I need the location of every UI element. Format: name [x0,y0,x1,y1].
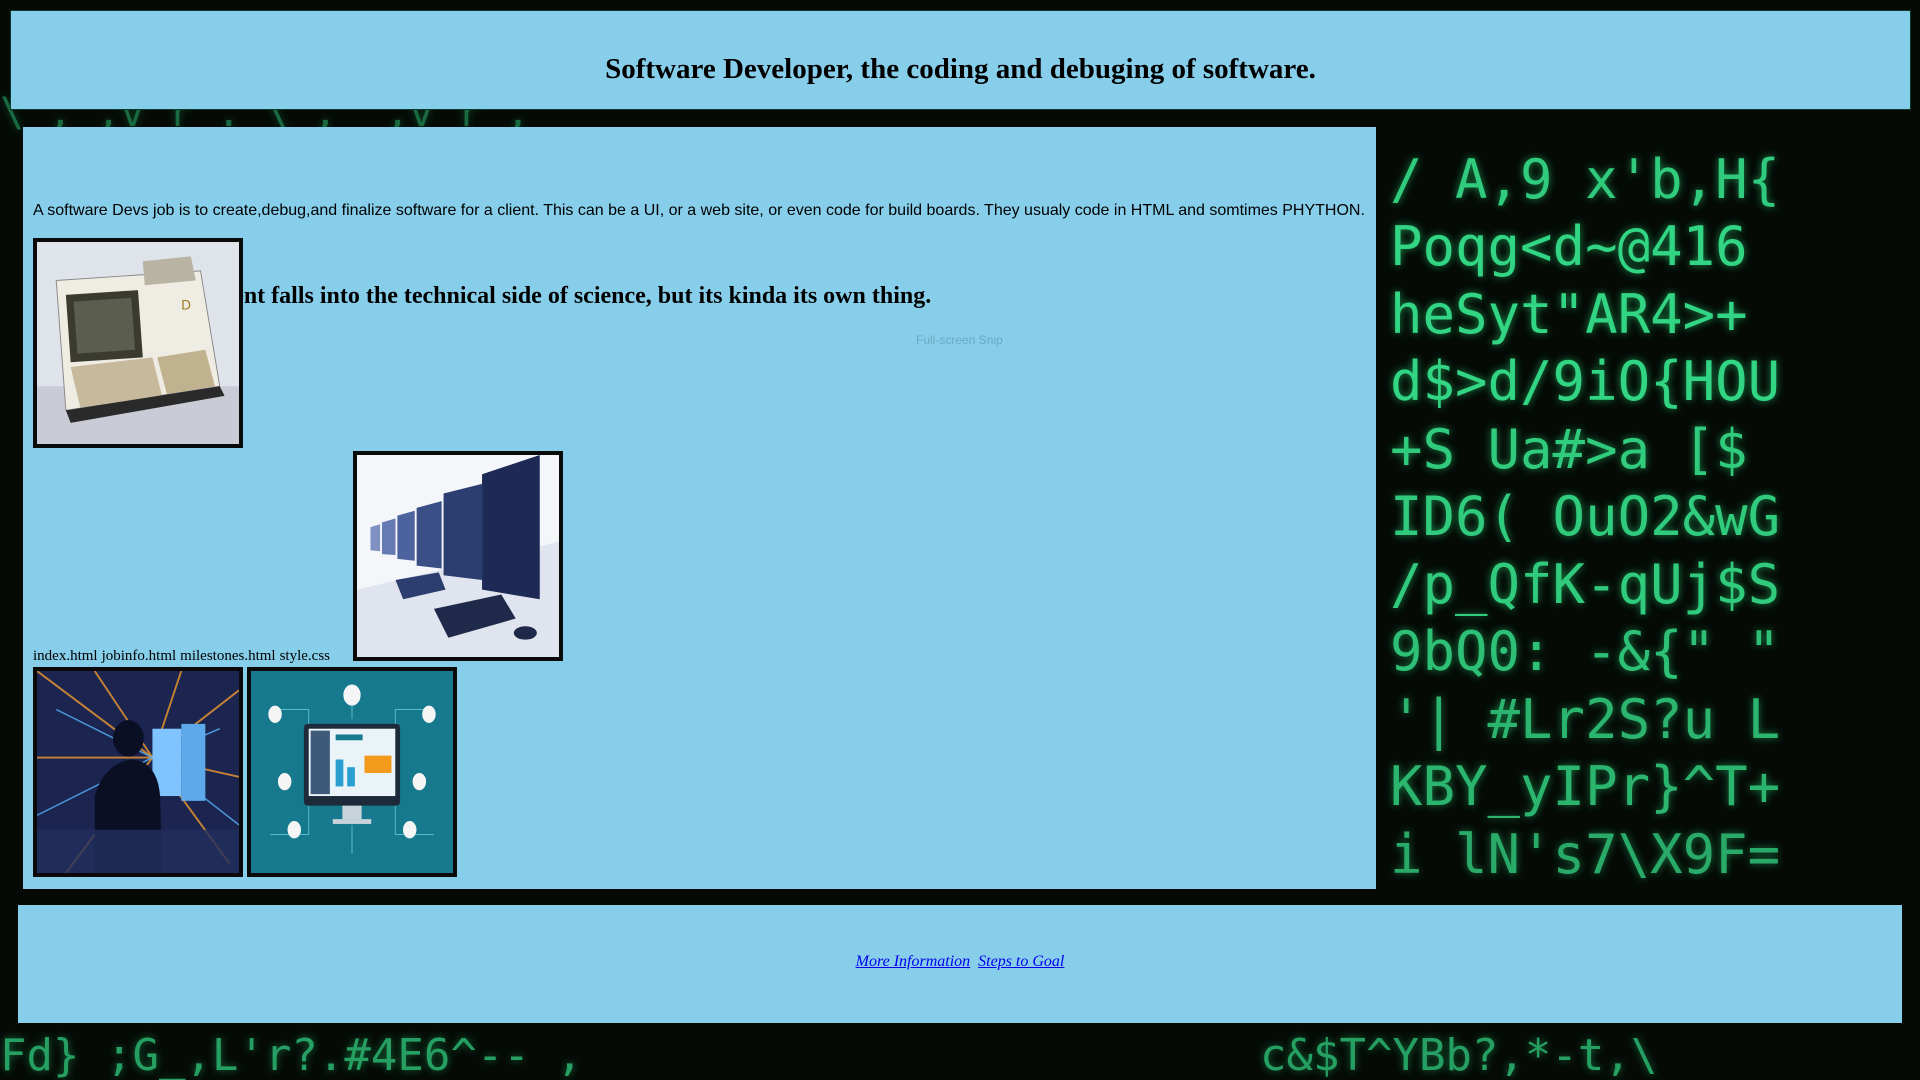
matrix-row: 9bQ0: -&{" " [1390,620,1781,683]
footer-links: More Information Steps to Goal [18,953,1902,971]
matrix-row: d$>d/9iO{HOU [1390,350,1781,413]
page-footer: More Information Steps to Goal [18,905,1902,1023]
vintage-computer-image: D [33,238,243,448]
matrix-row: heSyt"AR4>+ [1390,283,1748,346]
matrix-row: '| #Lr2S?u L [1390,688,1781,751]
more-information-link[interactable]: More Information [856,953,971,970]
matrix-row: ID6( OuO2&wG [1390,485,1781,548]
matrix-row: / A,9 x'b,H{ [1390,148,1781,211]
matrix-row: +S Ua#>a [$ [1390,418,1748,481]
matrix-row: c&$T^YBb?,*-t,\ [1260,1030,1658,1080]
steps-to-goal-link[interactable]: Steps to Goal [978,953,1064,970]
file-name: jobinfo.html [101,648,177,664]
snip-overlay-text: Full-screen Snip [916,333,1003,347]
file-name: milestones.html [180,648,276,664]
main-content: Software Development falls into the tech… [23,127,1376,889]
page-header: Software Developer, the coding and debug… [10,10,1911,110]
matrix-row: /p_QfK-qUj$S [1390,553,1781,616]
file-name: index.html [33,648,98,664]
matrix-row: i lN's7\X9F= [1390,823,1781,886]
computer-lab-image [353,451,563,661]
dashboard-illustration-image [247,667,457,877]
job-description: A software Devs job is to create,debug,a… [33,202,1365,219]
file-name: style.css [279,648,331,664]
file-list: index.html jobinfo.html milestones.html sty… [33,648,334,665]
matrix-row: Poqg<d~@416 [1390,215,1748,278]
page-title: Software Developer, the coding and debug… [605,53,1316,85]
matrix-row: KBY_yIPr}^T+ [1390,755,1781,818]
developer-silhouette-image [33,667,243,877]
svg-text:D: D [181,297,191,312]
